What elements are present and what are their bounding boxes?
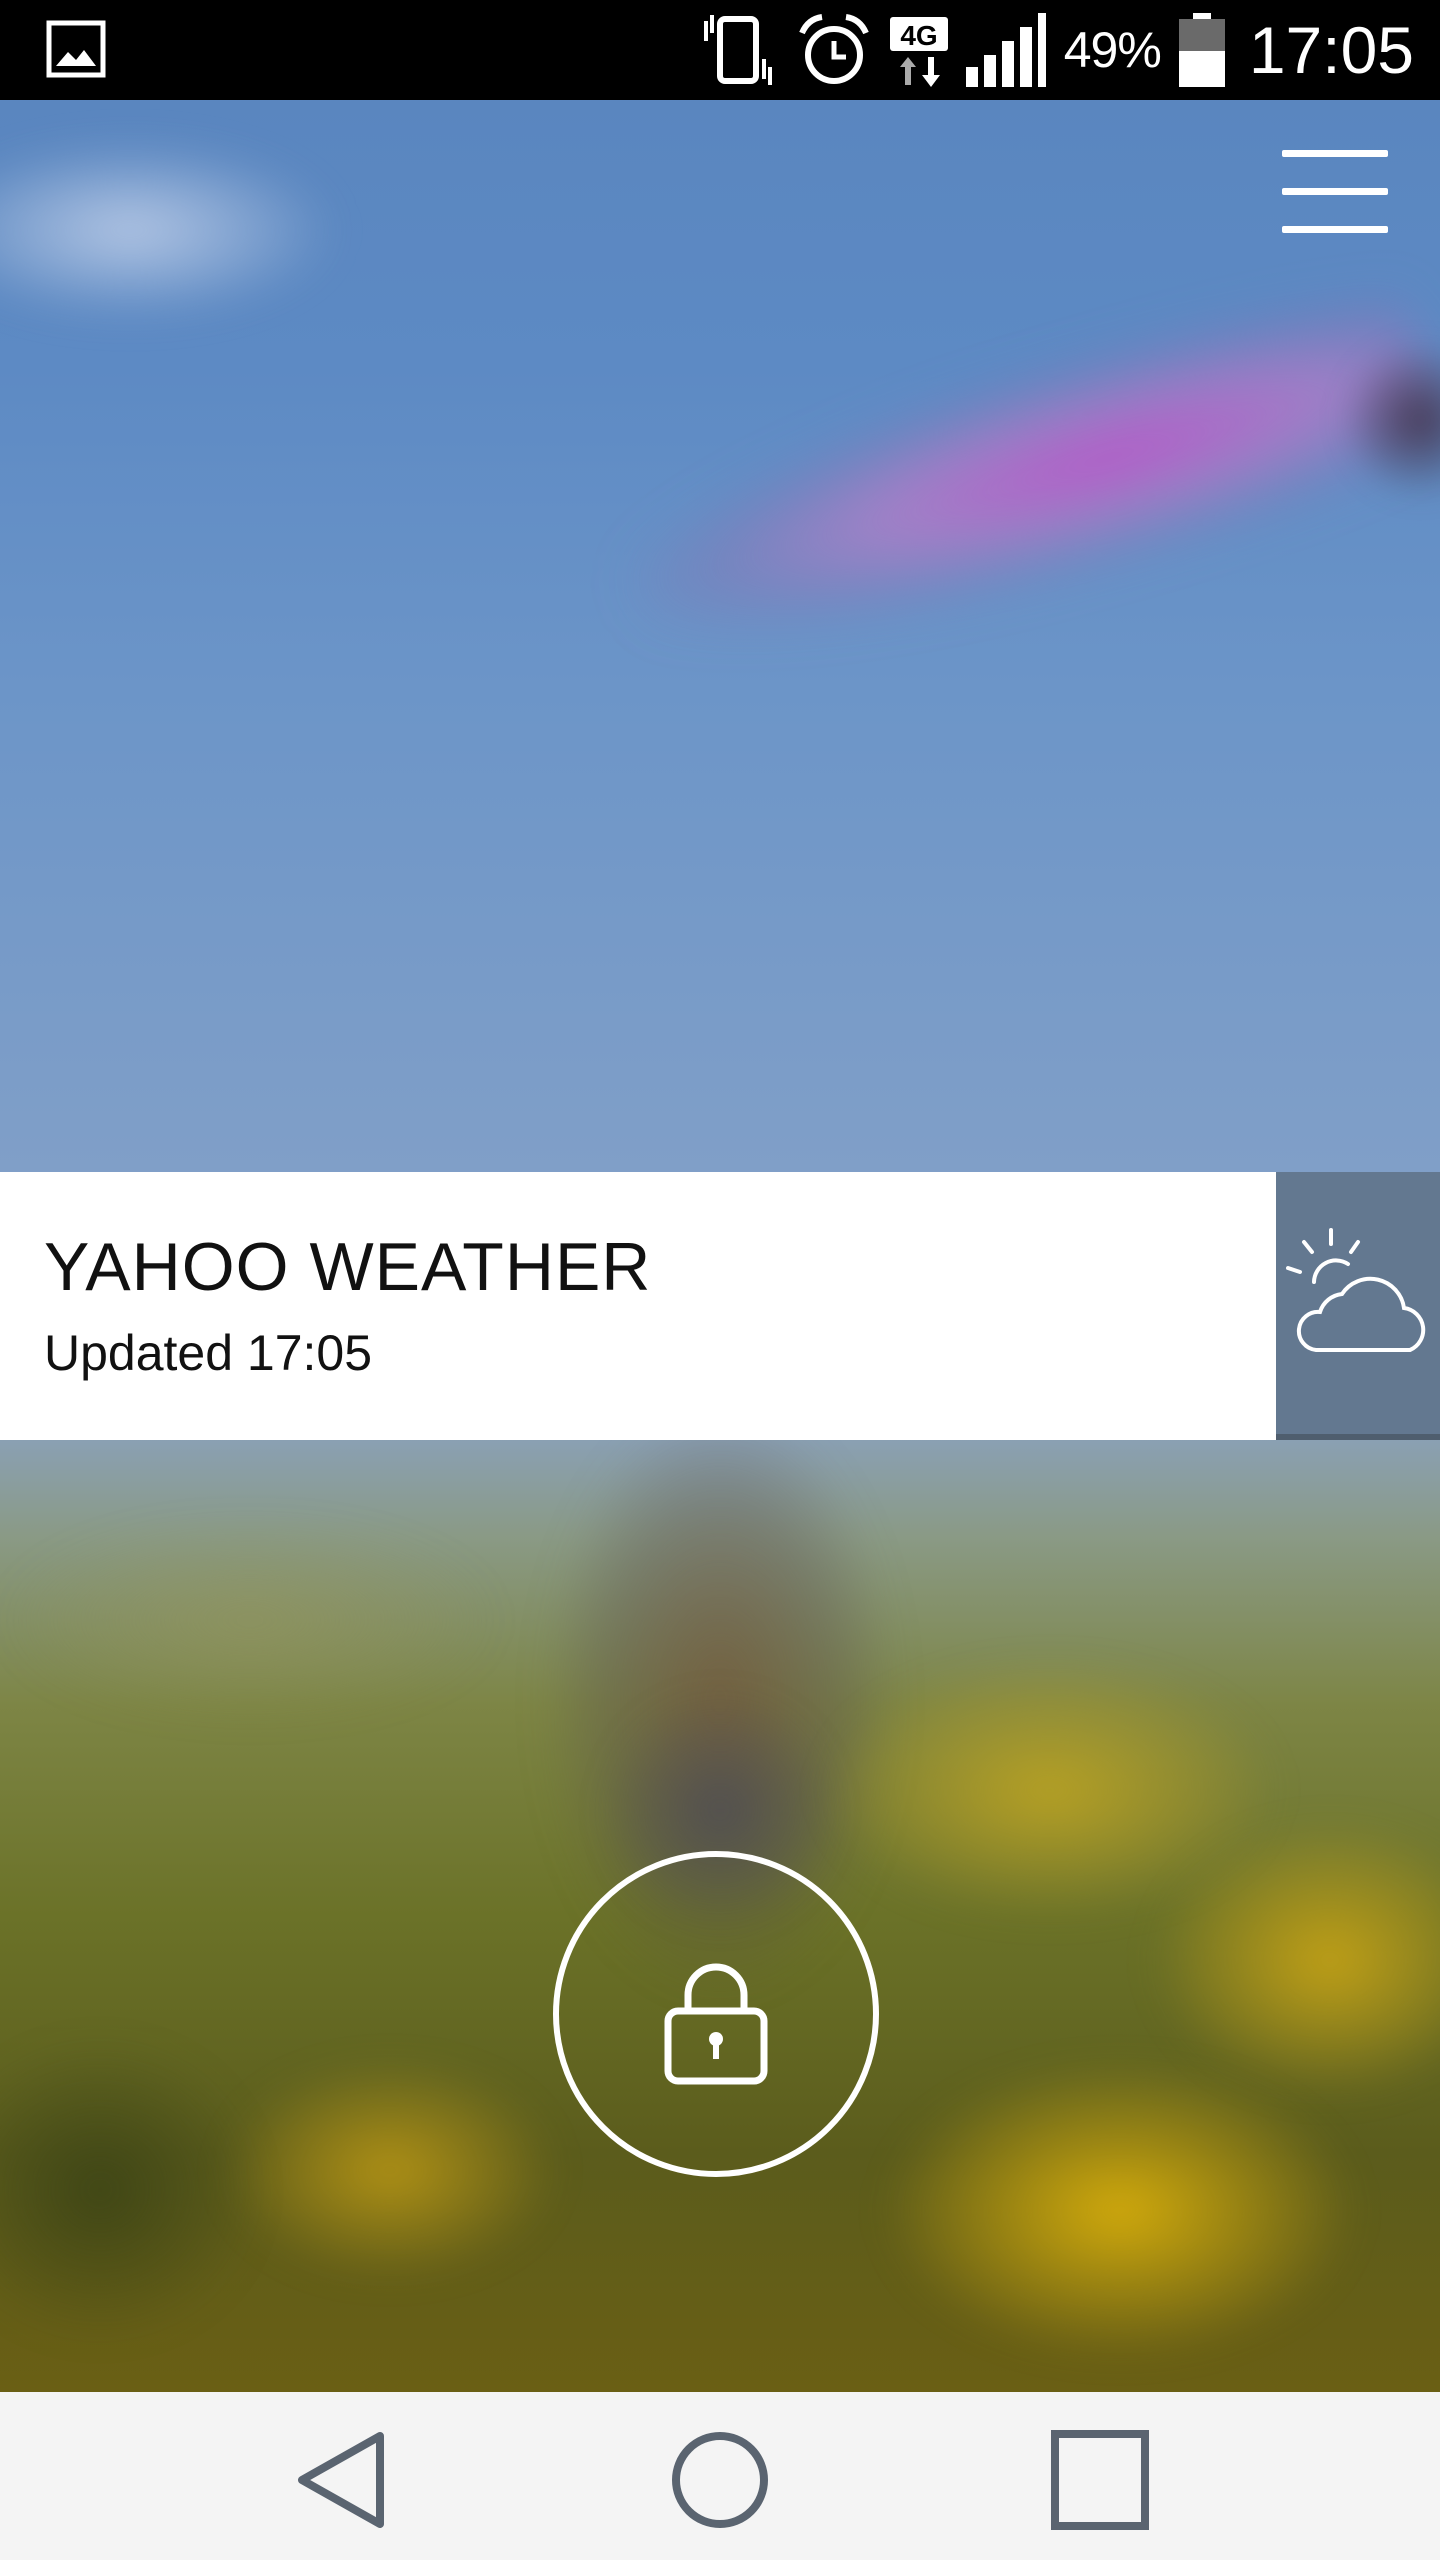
gallery-icon [46,20,106,78]
weather-title: YAHOO WEATHER [44,1229,652,1305]
back-icon[interactable] [288,2430,398,2530]
status-time: 17:05 [1248,13,1414,87]
weather-updated-time: Updated 17:05 [44,1325,373,1381]
blurred-dark-spot [1340,340,1440,500]
status-icons: 4G 49% 17:05 [698,8,1414,92]
weather-card[interactable]: YAHOO WEATHER Updated 17:05 [0,1172,1276,1440]
unlock-button[interactable] [553,1851,879,2177]
hamburger-menu-icon[interactable] [1282,150,1388,234]
network-4g-icon: 4G [889,11,948,89]
background-sky [0,100,1440,1172]
battery-icon [1177,11,1227,89]
blurred-kite [608,270,1440,690]
navigation-bar [0,2392,1440,2560]
lock-screen: 4G 49% 17:05 YAHOO WEATHER Updated 17:05 [0,0,1440,2560]
battery-percent: 49% [1063,22,1162,78]
partly-cloudy-icon [1286,1228,1426,1352]
padlock-icon [664,1963,768,2085]
svg-text:4G: 4G [900,20,937,51]
alarm-icon [794,11,874,89]
home-icon[interactable] [665,2430,775,2530]
weather-icon-tile[interactable] [1276,1172,1440,1440]
vibrate-icon [698,11,778,89]
blurred-cloud [0,140,340,320]
status-bar: 4G 49% 17:05 [0,0,1440,100]
recents-icon[interactable] [1045,2430,1155,2530]
signal-icon [964,11,1048,89]
